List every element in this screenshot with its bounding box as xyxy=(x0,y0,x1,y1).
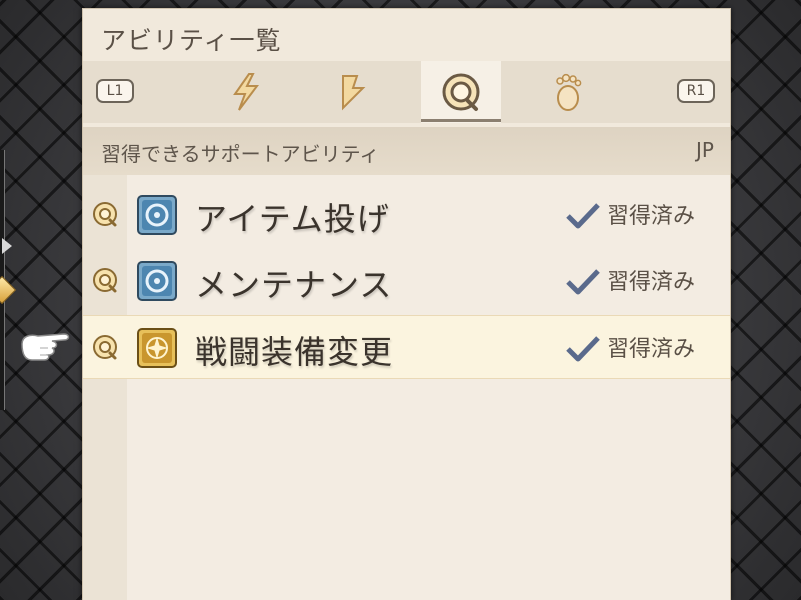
ability-list-panel: アビリティ一覧 L1 R1 習得できるサポートアビリティ JP アイテム投げ 習… xyxy=(82,8,731,600)
support-ability-icon xyxy=(442,73,480,111)
tab-support-abilities[interactable] xyxy=(421,61,501,123)
learned-status: 習得済み xyxy=(607,204,696,229)
ability-row-item-throw[interactable]: アイテム投げ 習得済み xyxy=(83,183,730,245)
foot-icon xyxy=(556,73,582,111)
ability-name: メンテナンス xyxy=(195,266,393,304)
lightning-icon xyxy=(233,73,259,111)
support-type-icon xyxy=(93,268,117,293)
checkmark-icon xyxy=(566,336,600,362)
blue-ring-icon xyxy=(137,261,177,301)
lightning-alt-icon xyxy=(342,75,366,111)
support-type-icon xyxy=(93,335,117,360)
section-title: 習得できるサポートアビリティ xyxy=(101,142,380,166)
section-header: 習得できるサポートアビリティ JP xyxy=(83,127,730,175)
ability-tab-bar: L1 R1 xyxy=(83,61,730,123)
active-tab-indicator xyxy=(421,119,501,122)
checkmark-icon xyxy=(566,203,600,229)
panel-title: アビリティ一覧 xyxy=(101,26,282,55)
tab-reaction-abilities[interactable] xyxy=(313,61,391,123)
tab-movement-abilities[interactable] xyxy=(529,61,607,123)
ability-name: 戦闘装備変更 xyxy=(195,333,394,371)
side-marker-icon xyxy=(2,238,12,254)
l1-button[interactable]: L1 xyxy=(96,79,134,103)
r1-button[interactable]: R1 xyxy=(677,79,715,103)
ability-name: アイテム投げ xyxy=(195,200,390,238)
side-diamond-icon xyxy=(0,275,17,305)
support-type-icon xyxy=(93,202,117,227)
ability-list: アイテム投げ 習得済み メンテナンス 習得済み 戦闘装備変更 習得済み xyxy=(83,175,730,600)
ability-row-maintenance[interactable]: メンテナンス 習得済み xyxy=(83,249,730,311)
tab-action-abilities[interactable] xyxy=(207,61,285,123)
gold-star-icon xyxy=(137,328,177,368)
jp-column-label: JP xyxy=(696,138,714,162)
hand-cursor-icon xyxy=(21,333,70,361)
checkmark-icon xyxy=(566,269,600,295)
ability-row-equip-change[interactable]: 戦闘装備変更 習得済み xyxy=(83,315,730,379)
blue-ring-icon xyxy=(137,195,177,235)
learned-status: 習得済み xyxy=(607,270,696,295)
learned-status: 習得済み xyxy=(607,337,696,362)
